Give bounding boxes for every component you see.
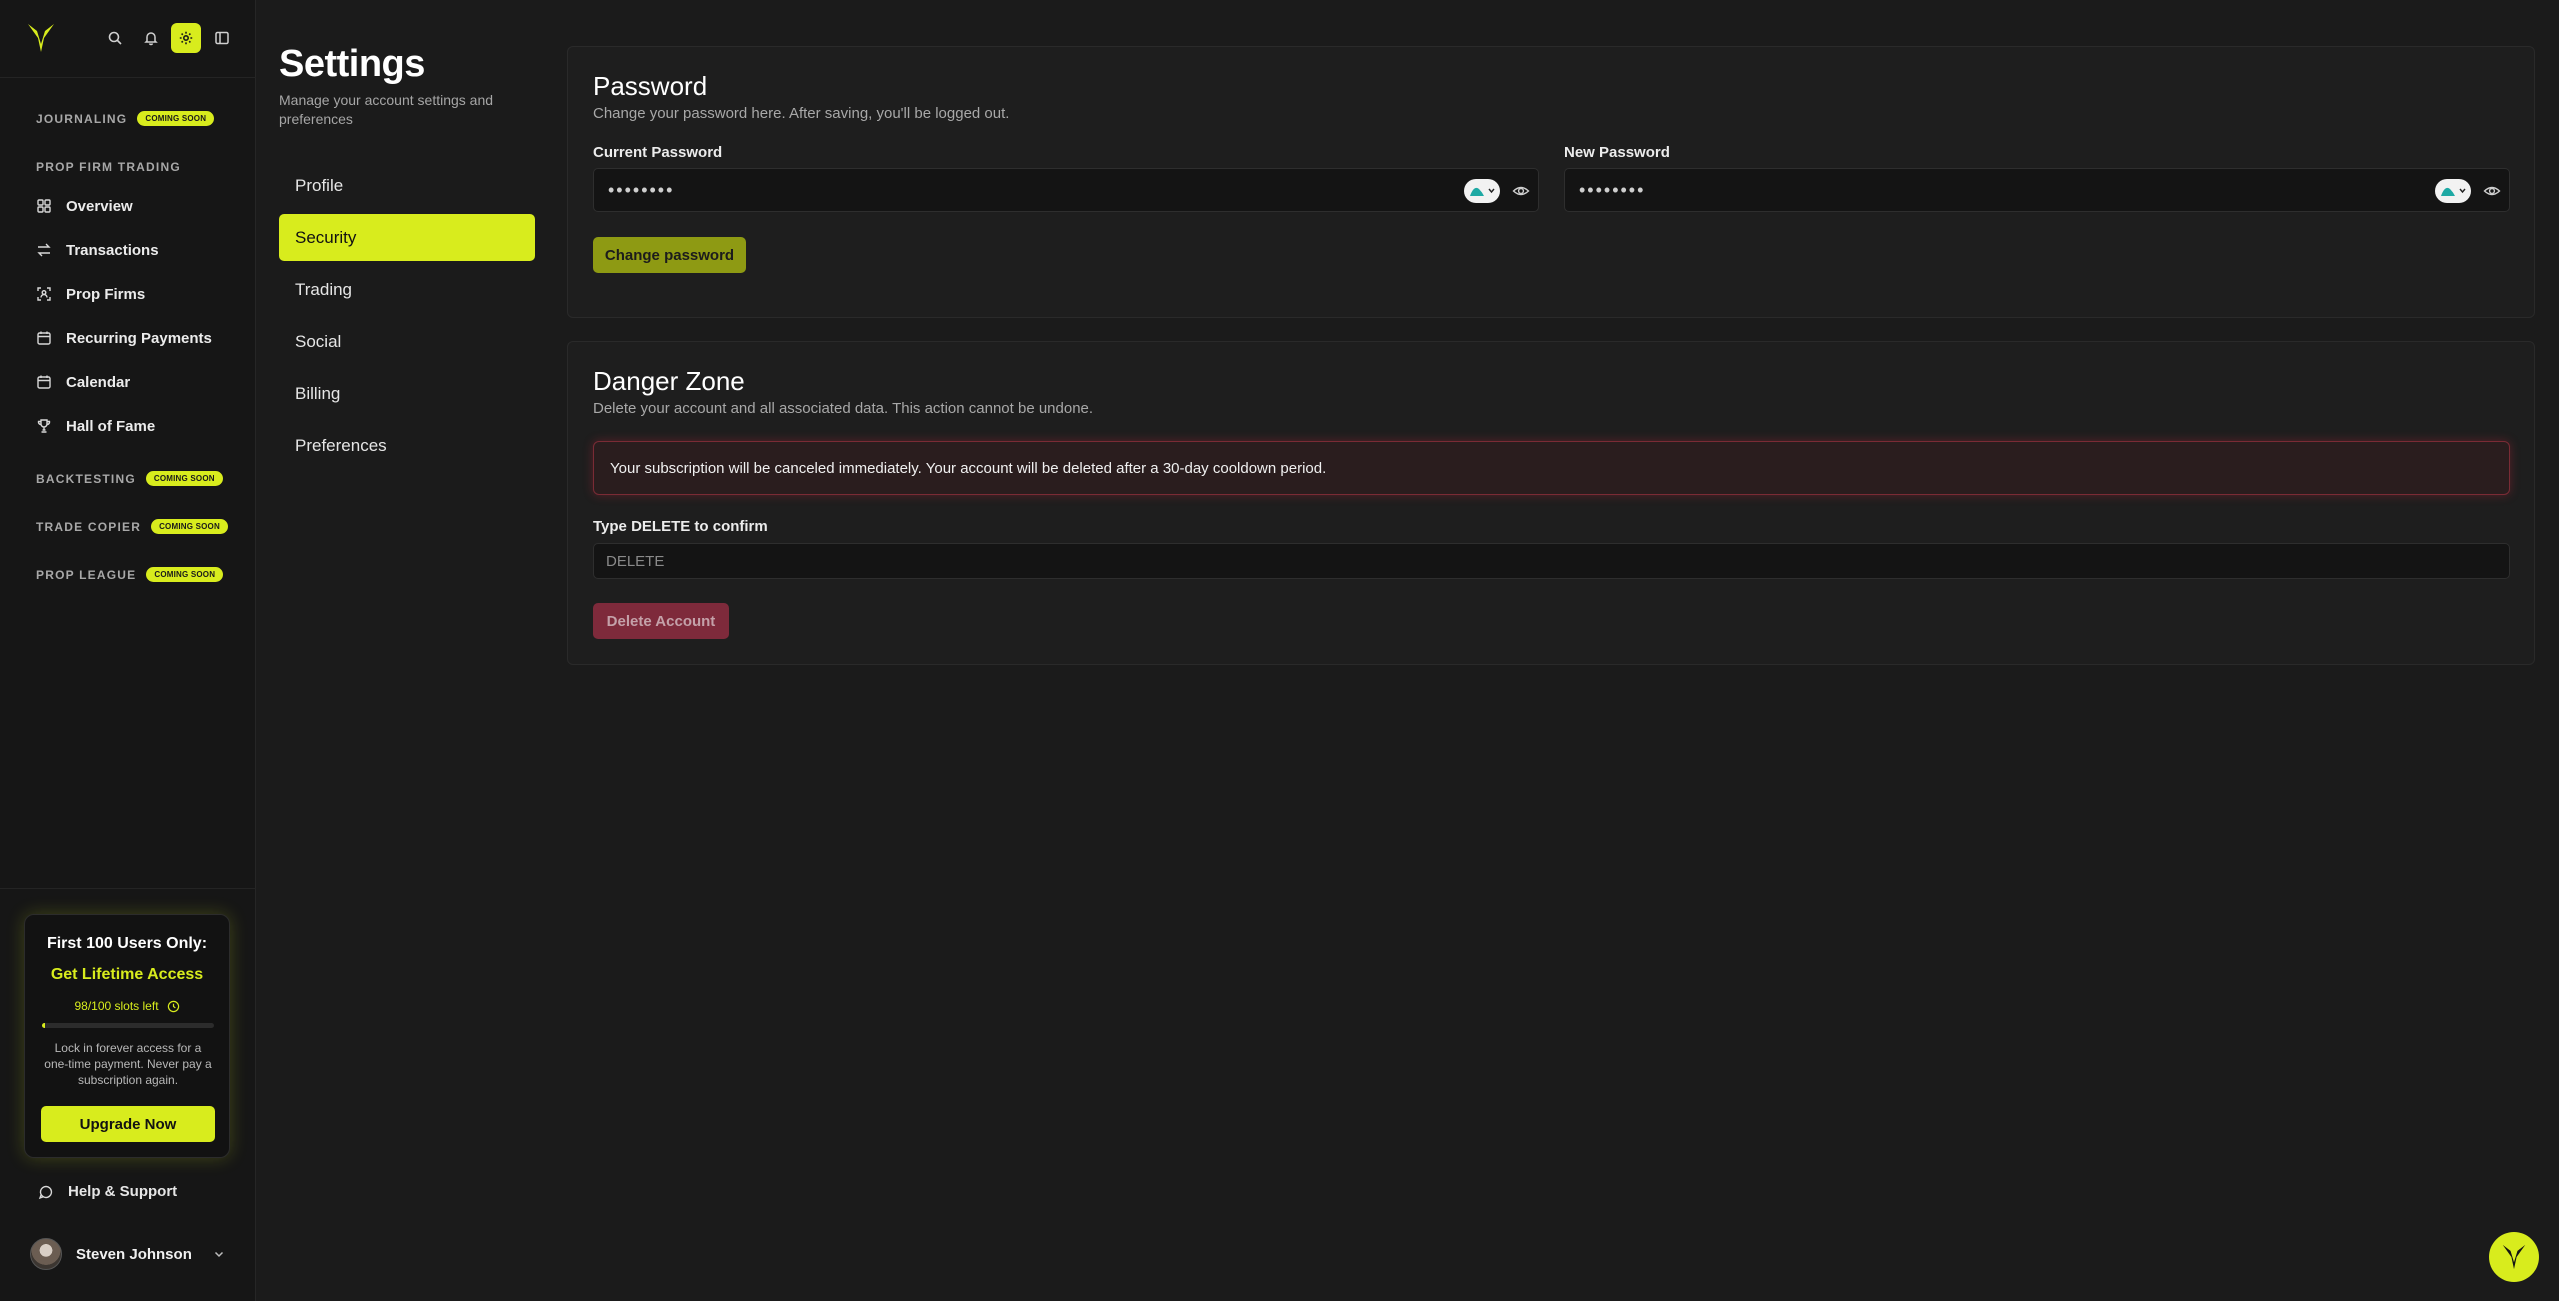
calendar-icon (37, 375, 51, 389)
promo-subtitle: Get Lifetime Access (50, 966, 204, 983)
section-label: BACKTESTING (36, 471, 136, 486)
sidebar-item-label: Hall of Fame (66, 417, 156, 435)
sidebar-item-calendar[interactable]: Calendar (36, 368, 130, 396)
section-label: PROP LEAGUE (36, 567, 137, 582)
sidebar-item-recurring-payments[interactable]: Recurring Payments (36, 324, 212, 352)
user-menu[interactable]: Steven Johnson (30, 1236, 226, 1272)
password-card: Password Change your password here. Afte… (567, 46, 2535, 318)
password-title: Password (593, 71, 708, 101)
upgrade-now-button[interactable]: Upgrade Now (41, 1106, 215, 1142)
eye-icon[interactable] (1512, 182, 1530, 200)
change-password-button[interactable]: Change password (593, 237, 746, 273)
sidebar-item-hall-of-fame[interactable]: Hall of Fame (36, 412, 155, 440)
danger-zone-subtitle: Delete your account and all associated d… (593, 400, 1094, 417)
arrows-swap-icon (37, 243, 51, 257)
sidebar-item-label: Overview (66, 197, 133, 215)
danger-zone-card: Danger Zone Delete your account and all … (567, 341, 2535, 665)
section-backtesting[interactable]: BACKTESTING COMING SOON (36, 471, 223, 486)
sidebar-item-label: Recurring Payments (66, 329, 212, 347)
brand-fab-button[interactable] (2489, 1232, 2539, 1282)
slots-text: 98/100 slots left (74, 999, 159, 1013)
help-support-link[interactable]: Help & Support (38, 1183, 177, 1200)
password-manager-icon[interactable] (2435, 179, 2471, 203)
lifetime-access-promo: First 100 Users Only: Get Lifetime Acces… (24, 914, 230, 1158)
help-label: Help & Support (68, 1183, 178, 1200)
sidebar-item-overview[interactable]: Overview (36, 192, 133, 220)
slots-progress-fill (42, 1023, 46, 1028)
sidebar-item-label: Transactions (66, 241, 159, 259)
slots-progress-bar (42, 1023, 214, 1028)
warning-alert: Your subscription will be canceled immed… (593, 441, 2510, 495)
sidebar-item-prop-firms[interactable]: Prop Firms (36, 280, 145, 308)
tab-trading[interactable]: Trading (279, 266, 535, 313)
tab-billing[interactable]: Billing (279, 370, 535, 417)
promo-text: Lock in forever access for a one-time pa… (44, 1041, 212, 1087)
tab-preferences[interactable]: Preferences (279, 422, 535, 469)
promo-slots: 98/100 slots left (25, 999, 229, 1013)
password-subtitle: Change your password here. After saving,… (593, 105, 1010, 122)
eye-icon[interactable] (2483, 182, 2501, 200)
section-trade-copier[interactable]: TRADE COPIER COMING SOON (36, 519, 228, 534)
current-password-field[interactable]: •••••••• (593, 168, 1539, 212)
avatar (30, 1238, 62, 1270)
danger-zone-title: Danger Zone (593, 366, 745, 396)
grid-icon (37, 199, 51, 213)
clock-icon (167, 1000, 179, 1012)
page-subtitle: Manage your account settings and prefere… (279, 92, 494, 127)
confirm-label: Type DELETE to confirm (593, 518, 768, 535)
coming-soon-badge: COMING SOON (145, 471, 223, 486)
promo-title: First 100 Users Only: (46, 935, 208, 952)
scan-person-icon (37, 287, 51, 301)
sidebar-item-label: Calendar (66, 373, 131, 391)
sidebar-item-label: Prop Firms (66, 285, 146, 303)
coming-soon-badge: COMING SOON (137, 111, 215, 126)
sidebar-header (0, 0, 256, 78)
new-password-label: New Password (1564, 144, 1670, 161)
chat-bubble-icon (38, 1185, 53, 1199)
new-password-field[interactable]: •••••••• (1564, 168, 2510, 212)
current-password-label: Current Password (593, 144, 723, 161)
tab-security[interactable]: Security (279, 214, 535, 261)
trophy-icon (37, 419, 51, 433)
section-label: PROP FIRM TRADING (36, 160, 181, 174)
brand-logo-icon (2502, 1244, 2526, 1270)
current-password-value: •••••••• (608, 179, 675, 200)
section-journaling[interactable]: JOURNALING COMING SOON (36, 111, 215, 126)
chevron-down-icon (214, 1251, 224, 1258)
section-label: JOURNALING (36, 111, 128, 126)
coming-soon-badge: COMING SOON (151, 519, 228, 534)
bell-icon[interactable] (136, 23, 166, 53)
new-password-value: •••••••• (1579, 179, 1646, 200)
tab-social[interactable]: Social (279, 318, 535, 365)
user-name: Steven Johnson (76, 1245, 192, 1263)
delete-account-button[interactable]: Delete Account (593, 603, 729, 639)
password-manager-icon[interactable] (1464, 179, 1500, 203)
search-icon[interactable] (100, 23, 130, 53)
brand-logo-icon[interactable] (26, 22, 56, 54)
page-title: Settings (279, 43, 425, 85)
section-prop-league[interactable]: PROP LEAGUE COMING SOON (36, 567, 224, 582)
sidebar-toggle-icon[interactable] (207, 23, 237, 53)
delete-confirm-input[interactable] (593, 543, 2510, 579)
gear-icon[interactable] (171, 23, 201, 53)
sidebar: JOURNALING COMING SOON PROP FIRM TRADING… (0, 0, 256, 1301)
divider (0, 888, 256, 889)
sidebar-item-transactions[interactable]: Transactions (36, 236, 159, 264)
section-label: TRADE COPIER (36, 519, 142, 534)
tab-profile[interactable]: Profile (279, 162, 535, 209)
calendar-icon (37, 331, 51, 345)
section-prop-firm-trading: PROP FIRM TRADING (36, 160, 181, 174)
coming-soon-badge: COMING SOON (146, 567, 224, 582)
